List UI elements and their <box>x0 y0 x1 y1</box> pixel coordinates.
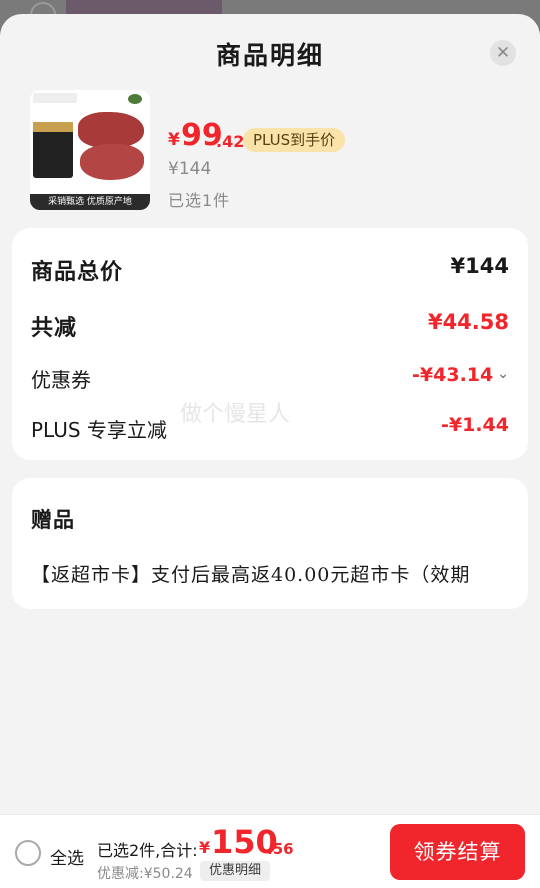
checkout-bar: 全选 已选2件,合计: ¥ 150 .56 优惠减:¥50.24 优惠明细 领券… <box>0 814 540 888</box>
product-image[interactable]: 采销甄选 优质原产地 <box>30 90 150 210</box>
select-all-radio[interactable] <box>15 840 41 866</box>
selected-count: 已选1件 <box>168 191 231 210</box>
total-reduce-label: 共减 <box>31 316 78 341</box>
coupon-row[interactable]: 优惠券 -¥43.14 ⌄ <box>31 364 509 394</box>
plus-price-tag: PLUS到手价 <box>243 128 346 152</box>
sheet-title: 商品明细 <box>215 41 324 70</box>
price-currency: ¥ <box>168 130 180 150</box>
total-price-value: ¥144 <box>450 254 509 278</box>
product-badge <box>33 122 73 178</box>
total-reduce-row: 共减 ¥44.58 <box>31 310 509 341</box>
discount-detail-button[interactable]: 优惠明细 <box>200 861 271 881</box>
plus-discount-value: -¥1.44 <box>441 414 509 436</box>
coupon-label: 优惠券 <box>31 368 91 392</box>
original-price: ¥144 <box>168 159 212 179</box>
product-detail-sheet: 商品明细 ✕ 采销甄选 优质原产地 ¥ 99 .42 PLUS到手价 ¥144 … <box>0 14 540 887</box>
watermark: 做个慢星人 <box>180 402 291 427</box>
total-price-row: 商品总价 ¥144 <box>31 254 509 285</box>
steak-image-1 <box>78 112 144 148</box>
chevron-down-icon[interactable]: ⌄ <box>497 366 509 382</box>
total-reduce-value: ¥44.58 <box>427 310 509 334</box>
discount-text: 优惠减:¥50.24 <box>97 866 193 882</box>
close-icon[interactable]: ✕ <box>490 40 516 66</box>
gift-card: 赠品 【返超市卡】支付后最高返40.00元超市卡（效期 <box>12 478 528 609</box>
plus-discount-label: PLUS 专享立减 <box>31 418 167 442</box>
total-decimal: .56 <box>267 840 294 858</box>
image-strip-text: 采销甄选 优质原产地 <box>30 194 150 210</box>
coupon-value: -¥43.14 <box>412 364 494 386</box>
total-currency: ¥ <box>199 838 211 857</box>
herb-garnish <box>128 94 142 104</box>
total-price-label: 商品总价 <box>31 260 124 285</box>
steak-image-2 <box>80 144 144 180</box>
price-decimal: .42 <box>216 132 245 151</box>
brand-logo <box>33 93 77 103</box>
gift-text: 【返超市卡】支付后最高返40.00元超市卡（效期 <box>31 564 471 586</box>
total-label: 已选2件,合计: <box>97 841 198 860</box>
checkout-button[interactable]: 领券结算 <box>390 824 525 880</box>
gift-title: 赠品 <box>31 508 75 532</box>
select-all-label[interactable]: 全选 <box>50 844 84 869</box>
coupon-value-group[interactable]: -¥43.14 ⌄ <box>412 364 509 386</box>
